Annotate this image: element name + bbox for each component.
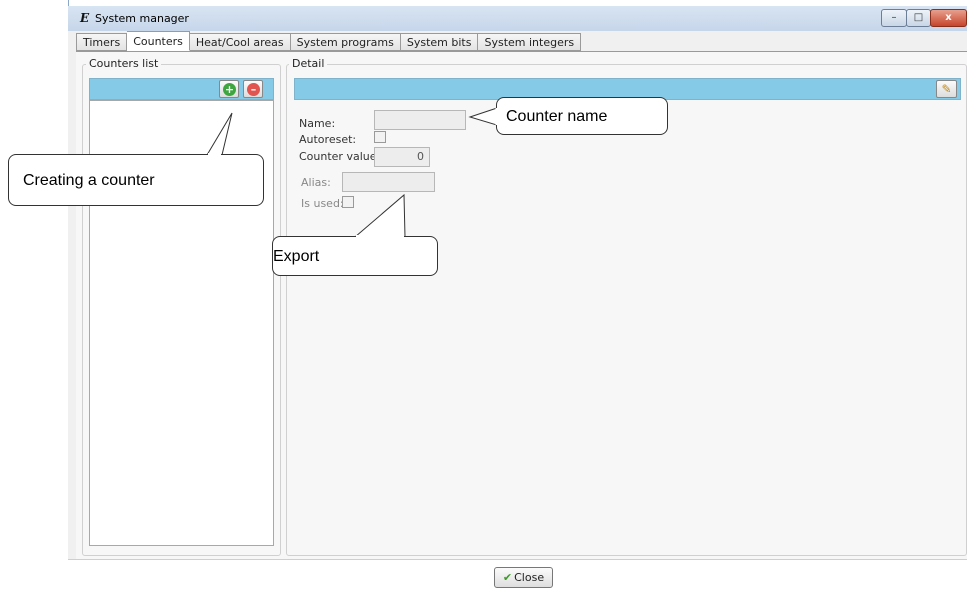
callout-tail-joins <box>208 108 499 238</box>
